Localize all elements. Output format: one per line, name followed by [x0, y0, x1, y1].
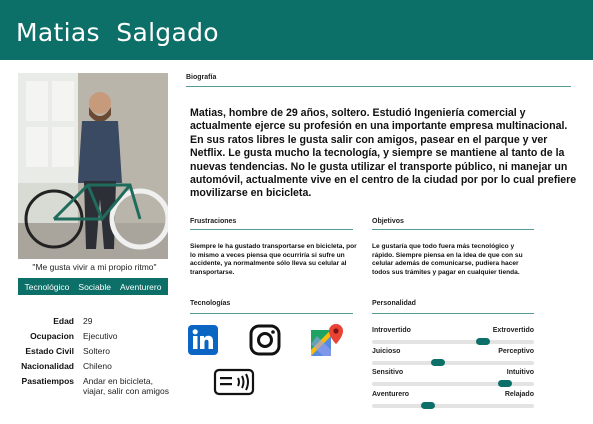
slider-thumb [476, 338, 490, 345]
slider-thumb [421, 402, 435, 409]
trait-right-label: Relajado [504, 391, 534, 398]
trait-right-label: Perceptivo [498, 348, 534, 355]
tag: Tecnológico [24, 281, 70, 292]
persona-facts: Edad 29 Ocupacion Ejecutivo Estado Civil… [0, 316, 180, 401]
slider-track [372, 361, 534, 365]
biografia-text: Matias, hombre de 29 años, soltero. Estu… [190, 107, 577, 200]
fact-value: 29 [83, 316, 93, 326]
trait-tags: Tecnológico Sociable Aventurero [18, 278, 168, 295]
trait-right-label: Intuitivo [506, 369, 534, 376]
frustraciones-title: Frustraciones [190, 218, 237, 225]
persona-name: Matias Salgado [16, 18, 219, 47]
header-bar: Matias Salgado [0, 0, 593, 60]
fact-row: Nacionalidad Chileno [0, 361, 180, 371]
fact-value: Ejecutivo [83, 331, 118, 341]
trait-right-label: Extrovertido [492, 327, 534, 334]
trait-left-label: Aventurero [372, 391, 410, 398]
persona-quote: "Me gusta vivir a mi propio ritmo" [32, 262, 157, 272]
trait-slider: Sensitivo Intuitivo [372, 369, 534, 389]
fact-value: Andar en bicicleta, viajar, salir con am… [83, 376, 169, 396]
instagram-icon [249, 324, 281, 361]
trait-left-label: Introvertido [372, 327, 411, 334]
slider-track [372, 340, 534, 344]
biografia-title: Biografía [186, 74, 217, 81]
fact-row: Ocupacion Ejecutivo [0, 331, 180, 341]
trait-slider: Juicioso Perceptivo [372, 348, 534, 368]
tecnologias-title: Tecnologías [190, 300, 231, 307]
fact-key: Edad [53, 316, 74, 326]
persona-photo [18, 73, 168, 259]
trait-left-label: Juicioso [372, 348, 401, 355]
fact-row: Estado Civil Soltero [0, 346, 180, 356]
biografia-divider [186, 86, 571, 87]
slider-track [372, 404, 534, 408]
slider-thumb [498, 380, 512, 387]
contactless-payment-icon [213, 367, 255, 402]
fact-key: Nacionalidad [21, 361, 74, 371]
tag: Aventurero [120, 281, 162, 292]
fact-key: Estado Civil [25, 346, 74, 356]
objetivos-title: Objetivos [372, 218, 404, 225]
trait-slider: Introvertido Extrovertido [372, 327, 534, 347]
fact-key: Ocupacion [30, 331, 74, 341]
frustraciones-divider [190, 229, 353, 230]
linkedin-icon [188, 325, 218, 360]
personalidad-title: Personalidad [372, 300, 416, 307]
tecnologias-divider [190, 313, 353, 314]
google-maps-icon [309, 322, 345, 363]
trait-slider: Aventurero Relajado [372, 391, 534, 411]
objetivos-text: Le gustaría que todo fuera más tecnológi… [372, 243, 523, 276]
frustraciones-text: Siempre le ha gustado transportarse en b… [190, 243, 357, 276]
tag: Sociable [78, 281, 112, 292]
trait-left-label: Sensitivo [372, 369, 404, 376]
fact-row: Pasatiempos Andar en bicicleta, viajar, … [0, 376, 180, 396]
fact-key: Pasatiempos [21, 376, 74, 386]
objetivos-divider [372, 229, 534, 230]
personalidad-divider [372, 313, 534, 314]
fact-value: Soltero [83, 346, 110, 356]
slider-thumb [431, 359, 445, 366]
fact-value: Chileno [83, 361, 112, 371]
fact-row: Edad 29 [0, 316, 180, 326]
